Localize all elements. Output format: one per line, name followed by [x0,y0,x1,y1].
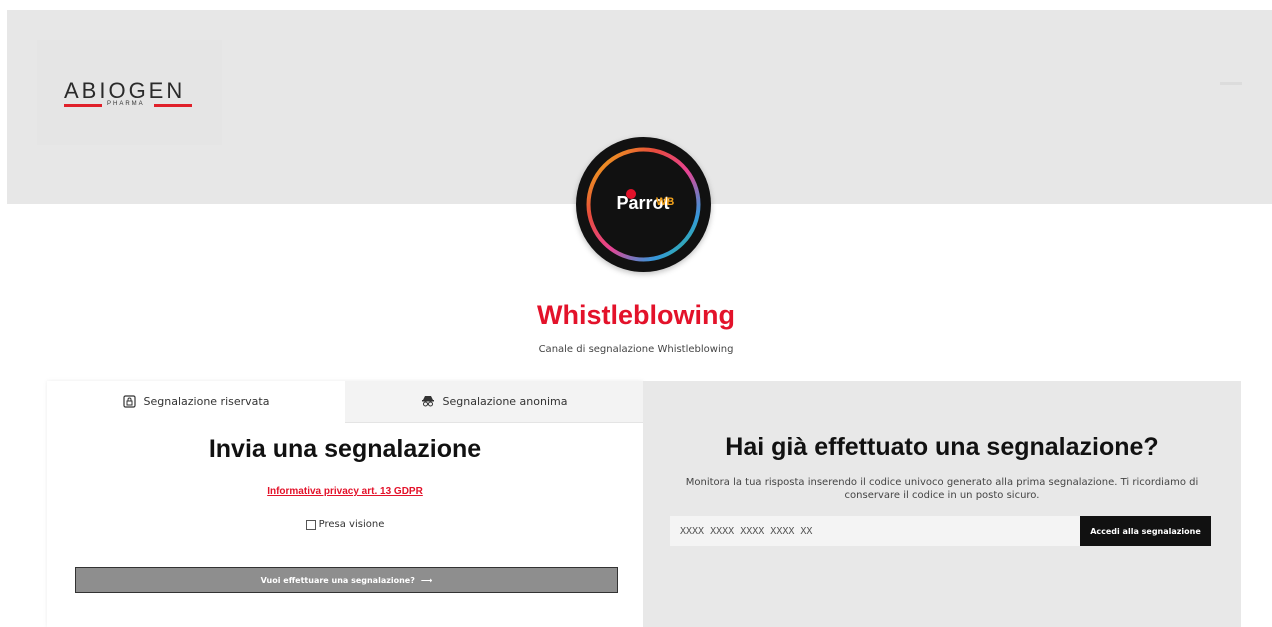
lookup-card: Hai già effettuato una segnalazione? Mon… [643,381,1241,627]
report-card: Segnalazione riservata Segnalazione anon… [47,381,643,627]
access-report-button[interactable]: Accedi alla segnalazione [1080,516,1211,546]
page-subtitle: Canale di segnalazione Whistleblowing [538,344,734,355]
privacy-checkbox[interactable] [305,519,316,530]
spy-icon [421,396,434,407]
privacy-link[interactable]: Informativa privacy art. 13 GDPR [47,486,643,497]
badge-word: Parrot [616,193,670,213]
badge-suffix: WB [656,196,675,208]
tab-label: Segnalazione anonima [442,395,568,408]
privacy-checkbox-row[interactable]: Presa visione [47,519,643,530]
start-report-label: Vuoi effettuare una segnalazione? [260,575,415,585]
parrot-badge: Parrot WB [576,137,711,272]
logo-subtext: PHARMA [107,101,145,107]
arrow-right-icon: ⟶ [420,575,433,585]
tab-segnalazione-anonima[interactable]: Segnalazione anonima [345,381,643,423]
tab-label: Segnalazione riservata [143,395,270,408]
report-heading: Invia una segnalazione [208,435,482,463]
logo-line-right [154,104,192,107]
start-report-button[interactable]: Vuoi effettuare una segnalazione? ⟶ [75,567,618,593]
logo[interactable]: ABIOGEN PHARMA [37,40,222,145]
lookup-heading: Hai già effettuato una segnalazione? [725,433,1159,461]
page-title: Whistleblowing [537,300,735,330]
lookup-description: Monitora la tua risposta inserendo il co… [685,477,1199,501]
tab-segnalazione-riservata[interactable]: Segnalazione riservata [47,381,345,422]
menu-icon[interactable] [1220,82,1242,85]
lock-icon [122,395,136,408]
logo-line-left [64,104,102,107]
report-code-input[interactable] [670,516,1080,546]
checkbox-label: Presa visione [318,519,385,530]
